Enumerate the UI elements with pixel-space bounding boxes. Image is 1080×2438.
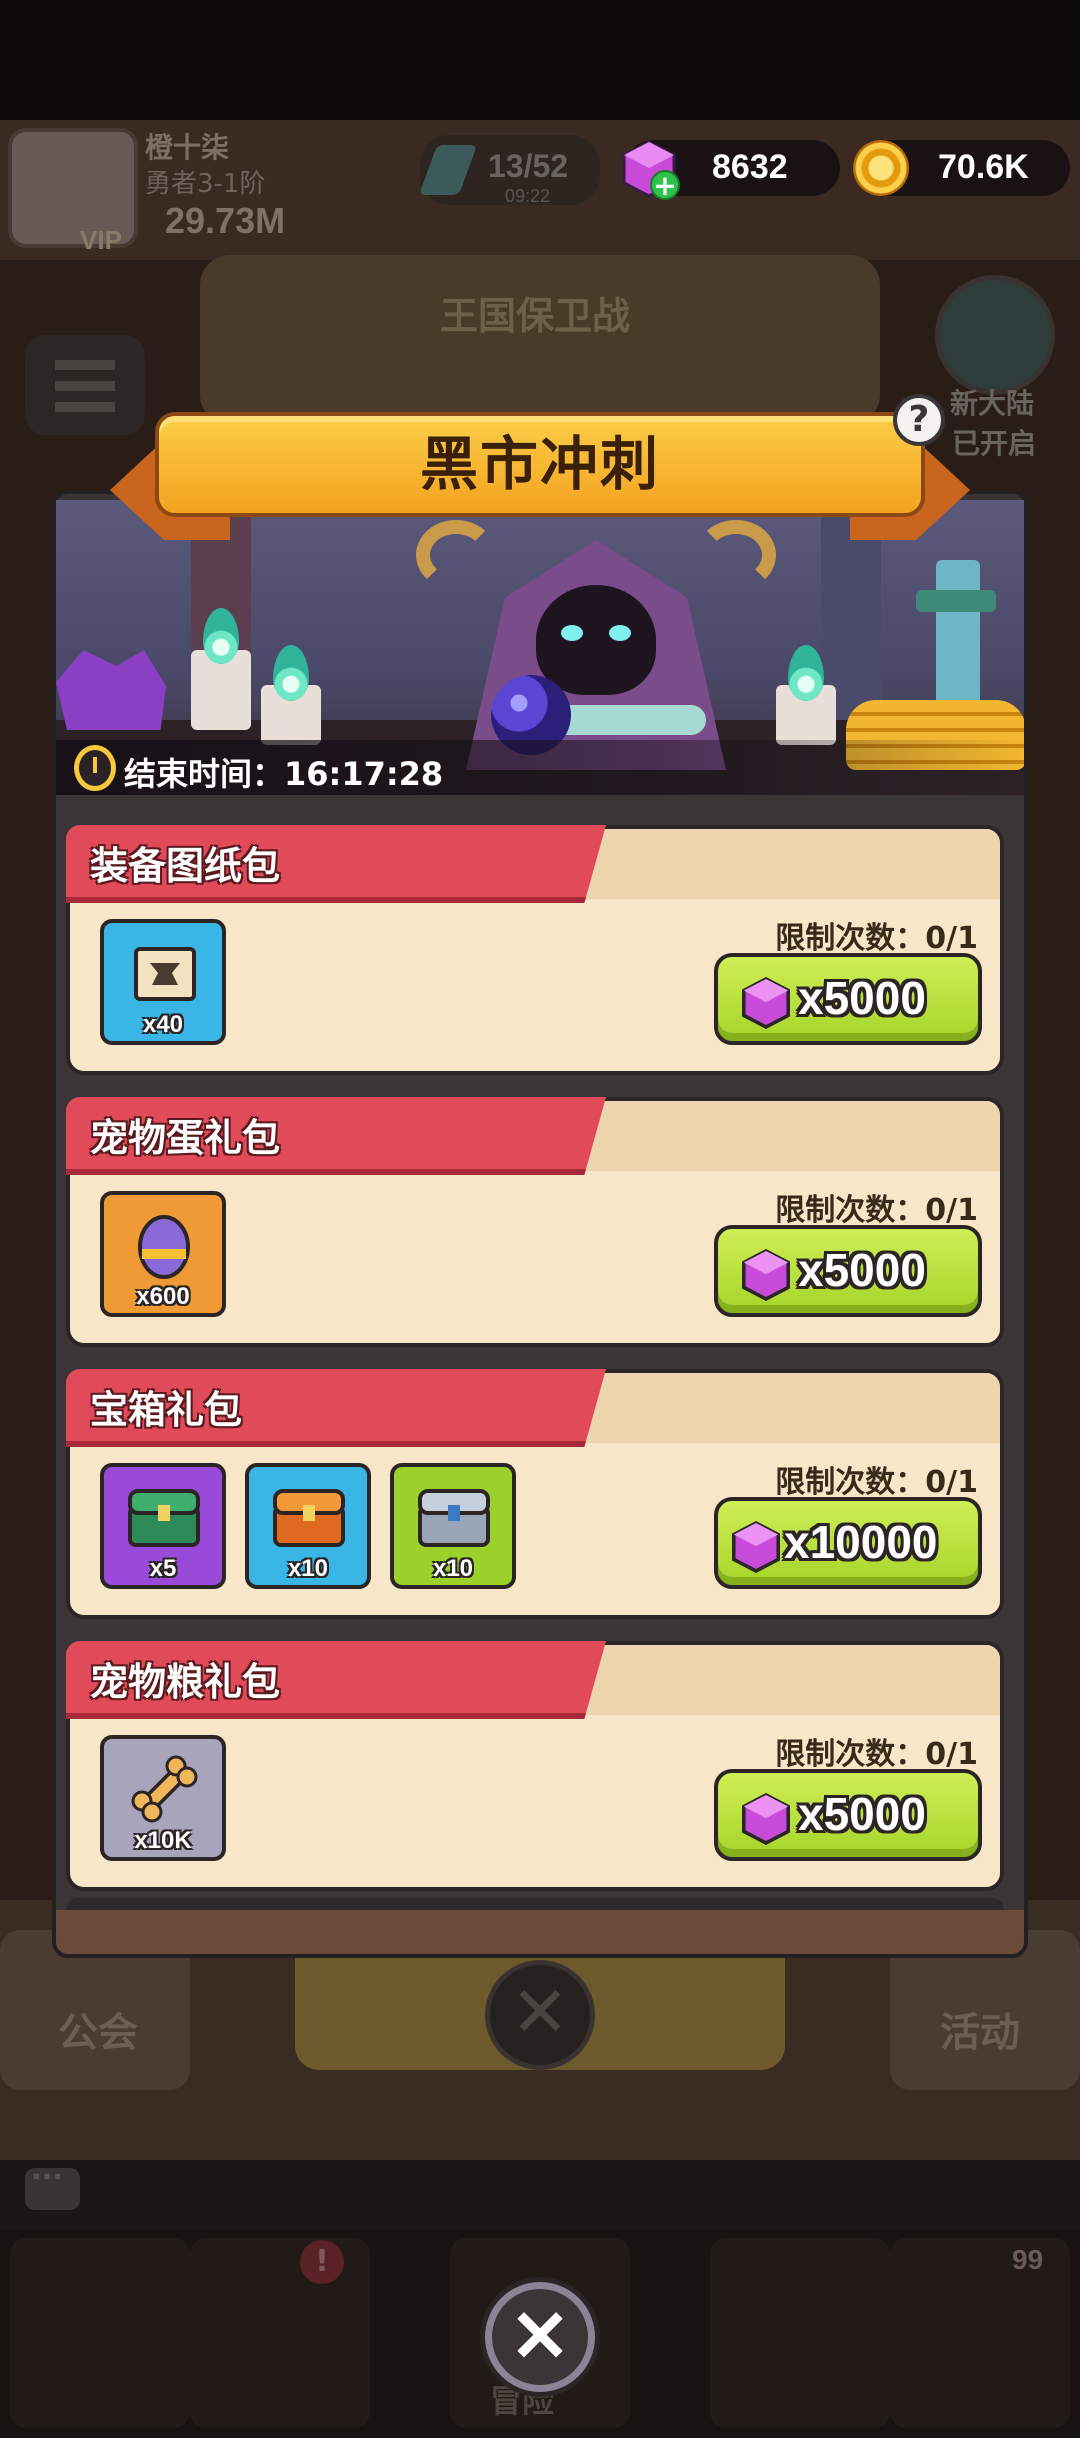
nav-shop bbox=[10, 2238, 190, 2428]
purchase-limit: 限制次数：0/1 bbox=[775, 1737, 978, 1772]
player-power: 29.73M bbox=[165, 200, 286, 241]
reward-item[interactable]: x5 bbox=[100, 1463, 226, 1589]
green-chest-icon bbox=[128, 1489, 200, 1547]
blueprint-icon bbox=[134, 947, 196, 1001]
chat-dots-icon: ··· bbox=[31, 2160, 63, 2193]
chat-strip bbox=[0, 2160, 1080, 2230]
event-label: 活动 bbox=[940, 2010, 1020, 2056]
purchase-limit: 限制次数：0/1 bbox=[775, 921, 978, 956]
pack-title: 装备图纸包 bbox=[90, 844, 281, 888]
new-land-status: 已开启 bbox=[952, 427, 1037, 460]
gem-icon bbox=[742, 1249, 790, 1301]
nav-count-badge: 99 bbox=[1012, 2244, 1044, 2275]
buy-button[interactable]: x10000 bbox=[714, 1497, 982, 1589]
buy-price: x5000 bbox=[798, 1788, 926, 1840]
buy-button[interactable]: x5000 bbox=[714, 1769, 982, 1861]
gem-pile-icon bbox=[56, 650, 166, 730]
pack-title: 宝箱礼包 bbox=[90, 1388, 243, 1432]
nav-alert-badge: ! bbox=[300, 2240, 344, 2284]
item-quantity: x10 bbox=[287, 1555, 329, 1582]
merchant-face bbox=[536, 585, 656, 695]
reward-item[interactable]: x600 bbox=[100, 1191, 226, 1317]
item-quantity: x40 bbox=[142, 1011, 184, 1038]
reward-item[interactable]: x40 bbox=[100, 919, 226, 1045]
reward-item[interactable]: x10K bbox=[100, 1735, 226, 1861]
item-quantity: x5 bbox=[149, 1555, 177, 1582]
kingdom-defense-panel bbox=[200, 255, 880, 425]
merchant-eye bbox=[609, 625, 631, 641]
flame-icon bbox=[273, 645, 309, 701]
buy-price: x5000 bbox=[798, 972, 926, 1024]
item-quantity: x600 bbox=[136, 1283, 190, 1310]
silver-chest-icon bbox=[418, 1489, 490, 1547]
bone-icon bbox=[131, 1755, 198, 1823]
coin-count: 70.6K bbox=[938, 148, 1029, 186]
player-name: 橙十柒 bbox=[145, 131, 230, 164]
guild-label: 公会 bbox=[58, 2010, 138, 2056]
merchant-eye bbox=[561, 625, 583, 641]
item-quantity: x10K bbox=[134, 1827, 192, 1854]
pack-title: 宠物粮礼包 bbox=[90, 1660, 281, 1704]
pack-card-chests: 宝箱礼包 限制次数：0/1 x5 x10 x10 x10000 bbox=[66, 1369, 1004, 1619]
horn-icon bbox=[416, 520, 496, 590]
pack-title: 宠物蛋礼包 bbox=[90, 1116, 281, 1160]
sword-guard bbox=[916, 590, 996, 612]
gem-icon bbox=[742, 1793, 790, 1845]
close-button[interactable]: ✕ bbox=[485, 2282, 595, 2392]
kingdom-defense-title: 王国保卫战 bbox=[440, 294, 631, 338]
vip-label: VIP bbox=[80, 225, 122, 255]
flame-icon bbox=[788, 645, 824, 701]
pack-card-pet-food: 宠物粮礼包 限制次数：0/1 x10K x5000 bbox=[66, 1641, 1004, 1891]
reward-item[interactable]: x10 bbox=[245, 1463, 371, 1589]
pet-egg-icon bbox=[138, 1215, 190, 1279]
buy-price: x10000 bbox=[784, 1516, 938, 1568]
gem-count: 8632 bbox=[712, 148, 788, 186]
buy-button[interactable]: x5000 bbox=[714, 1225, 982, 1317]
reward-item[interactable]: x10 bbox=[390, 1463, 516, 1589]
pack-card-blueprint: 装备图纸包 限制次数：0/1 x40 x5000 bbox=[66, 825, 1004, 1075]
popup-title: 黑市冲刺 bbox=[419, 430, 660, 498]
stopwatch-hand bbox=[93, 757, 97, 773]
buy-button[interactable]: x5000 bbox=[714, 953, 982, 1045]
status-bar-area bbox=[0, 0, 1080, 120]
add-gems-button[interactable]: + bbox=[650, 170, 680, 200]
buy-price: x5000 bbox=[798, 1244, 926, 1296]
popup-footer bbox=[56, 1910, 1024, 1954]
horn-icon bbox=[696, 520, 776, 590]
menu-icon bbox=[55, 360, 115, 412]
pack-card-pet-egg: 宠物蛋礼包 限制次数：0/1 x600 x5000 bbox=[66, 1097, 1004, 1347]
energy-value: 13/52 bbox=[488, 148, 569, 184]
background-close-icon: ✕ bbox=[510, 1971, 570, 2053]
player-rank: 勇者3-1阶 bbox=[145, 169, 266, 199]
help-button[interactable]: ? bbox=[893, 394, 945, 446]
new-land-globe-icon bbox=[935, 275, 1055, 395]
coin-icon bbox=[853, 140, 909, 196]
gem-icon bbox=[742, 977, 790, 1029]
gem-icon bbox=[732, 1521, 780, 1573]
new-land-label: 新大陆 bbox=[950, 387, 1035, 420]
purchase-limit: 限制次数：0/1 bbox=[775, 1465, 978, 1500]
nav-upgrade bbox=[710, 2238, 890, 2428]
purchase-limit: 限制次数：0/1 bbox=[775, 1193, 978, 1228]
orange-chest-icon bbox=[273, 1489, 345, 1547]
end-time-label: 结束时间：16:17:28 bbox=[124, 755, 444, 793]
item-quantity: x10 bbox=[432, 1555, 474, 1582]
energy-timer: 09:22 bbox=[505, 186, 551, 206]
close-icon: ✕ bbox=[509, 2297, 571, 2377]
